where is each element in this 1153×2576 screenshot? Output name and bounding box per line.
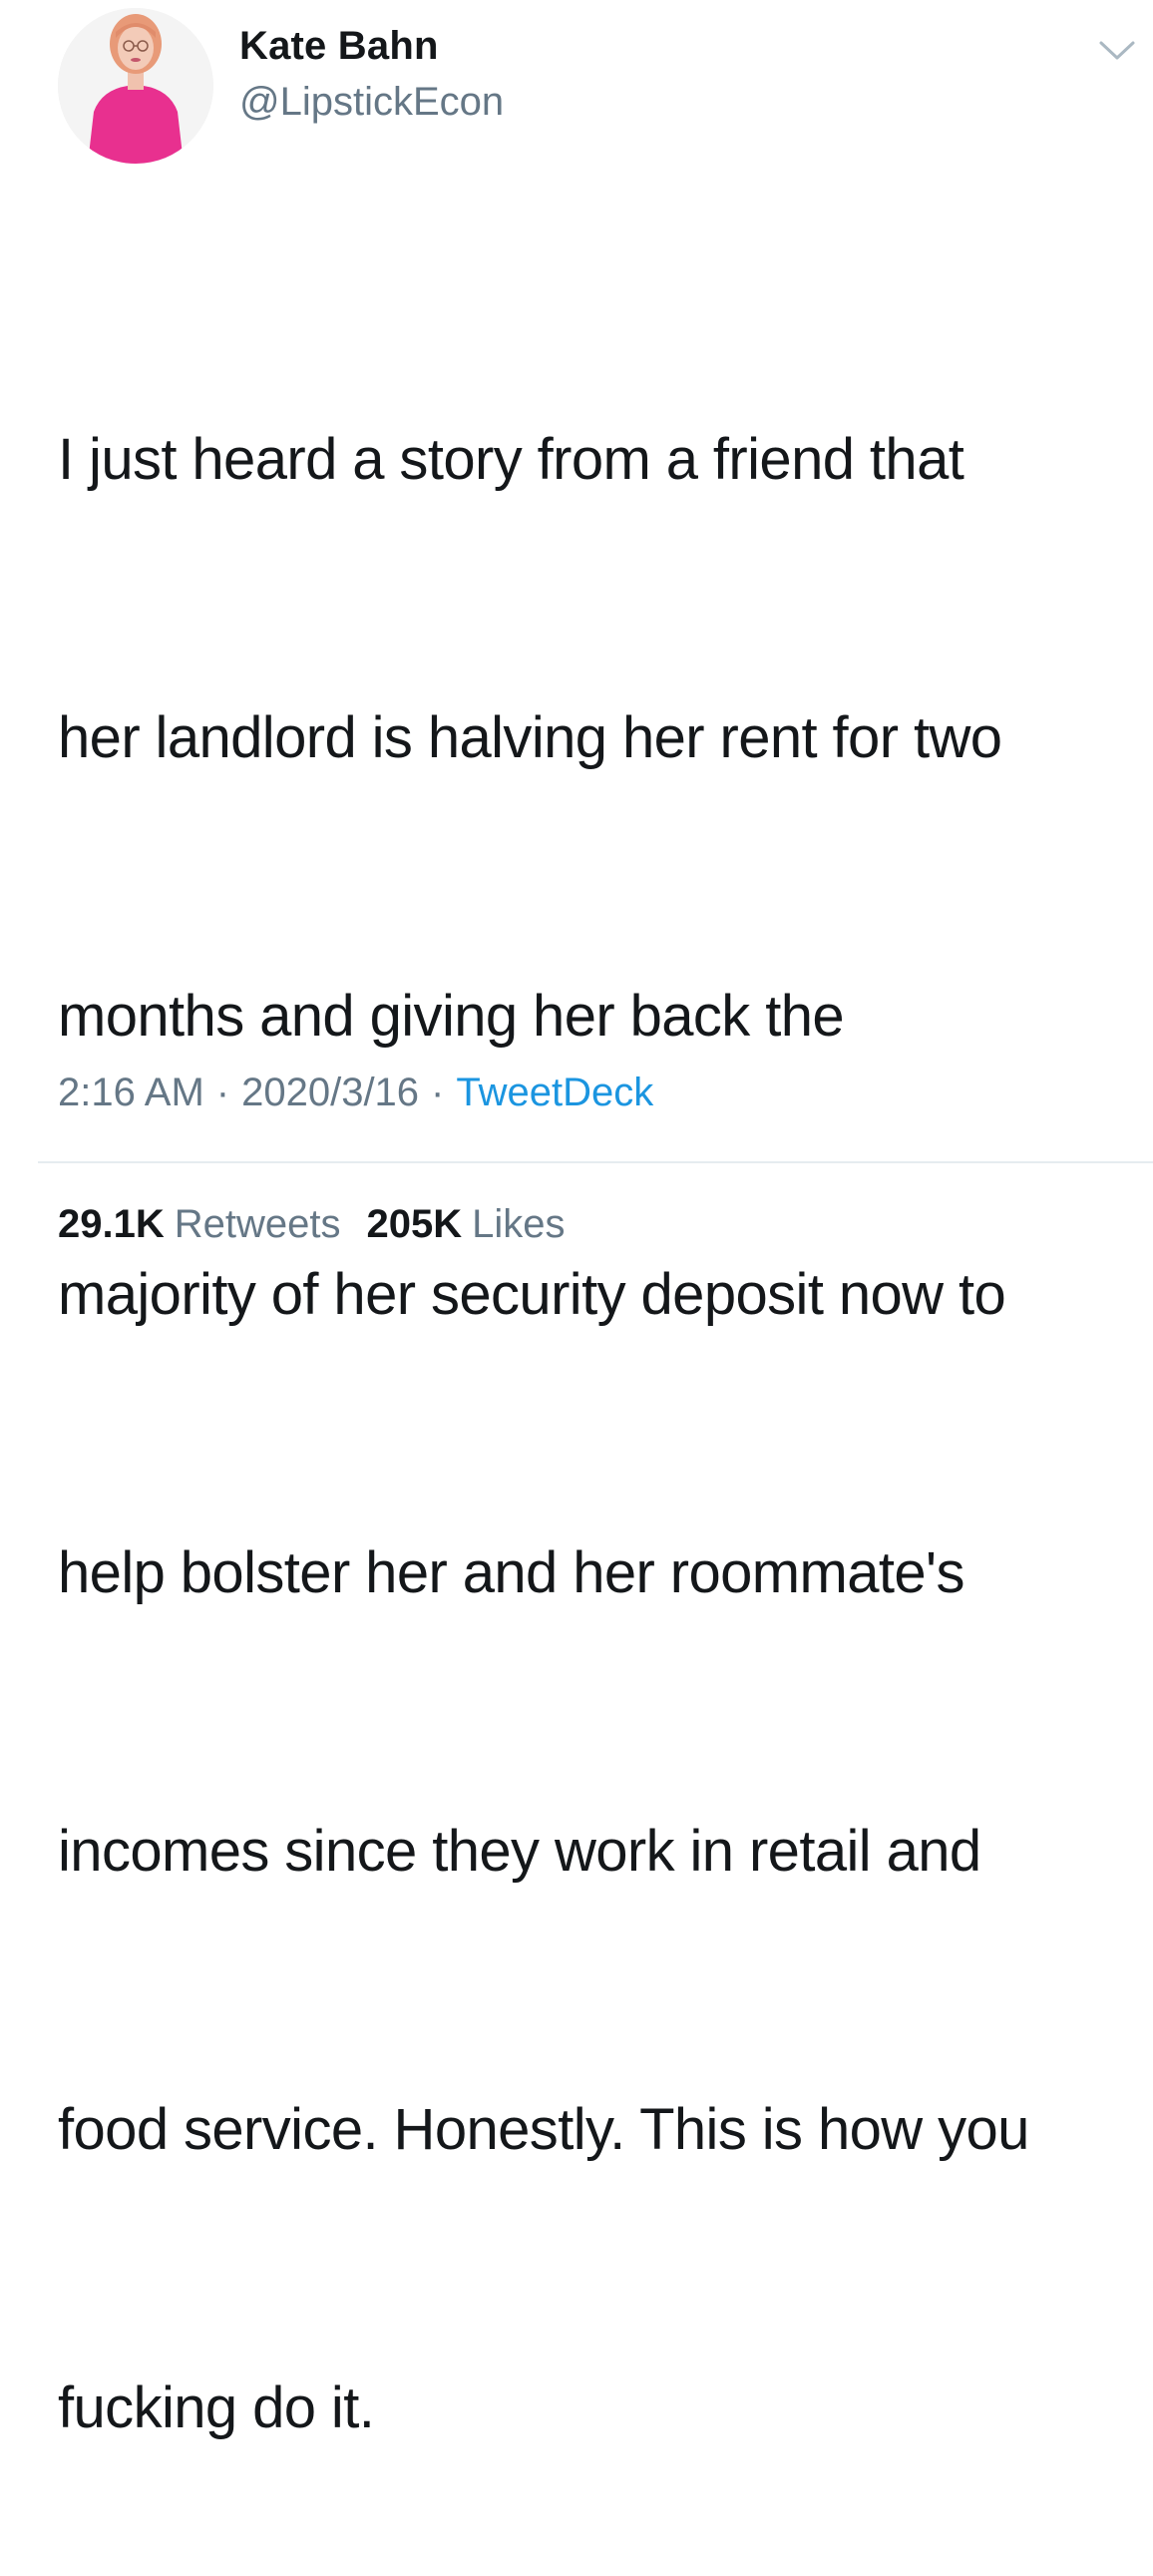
tweet-text-line: food service. Honestly. This is how you [58,2097,1029,2162]
tweet-stats: 29.1K Retweets 205K Likes [58,1202,566,1247]
tweet-text-line: months and giving her back the [58,984,845,1049]
retweets-stat[interactable]: 29.1K Retweets [58,1202,341,1247]
tweet-date[interactable]: 2020/3/16 [241,1071,419,1114]
tweet-meta: 2:16 AM · 2020/3/16 · TweetDeck [58,1071,653,1115]
author-handle[interactable]: @LipstickEcon [239,80,504,125]
likes-stat[interactable]: 205K Likes [367,1202,566,1247]
avatar[interactable] [58,8,213,164]
avatar-image [58,8,213,164]
tweet: Kate Bahn @LipstickEcon I just heard a s… [0,0,1153,2440]
retweets-count: 29.1K [58,1202,165,1246]
tweet-text-line: incomes since they work in retail and [58,1819,981,1884]
divider [38,1161,1153,1163]
tweet-source-link[interactable]: TweetDeck [456,1071,653,1114]
meta-separator: · [431,1071,445,1114]
tweet-text-line: majority of her security deposit now to [58,1262,1006,1327]
tweet-time[interactable]: 2:16 AM [58,1071,204,1114]
likes-label: Likes [472,1202,566,1246]
tweet-text-line: her landlord is halving her rent for two [58,705,1002,770]
likes-count: 205K [366,1202,463,1246]
meta-separator: · [215,1071,230,1114]
author-display-name[interactable]: Kate Bahn [239,24,439,69]
tweet-text-line: I just heard a story from a friend that [58,427,964,492]
tweet-text-line: help bolster her and her roommate's [58,1540,965,1605]
retweets-label: Retweets [174,1202,341,1246]
tweet-text-line: fucking do it. [58,2375,375,2440]
chevron-down-icon[interactable] [1097,38,1137,64]
tweet-text: I just heard a story from a friend that … [58,227,1135,2576]
